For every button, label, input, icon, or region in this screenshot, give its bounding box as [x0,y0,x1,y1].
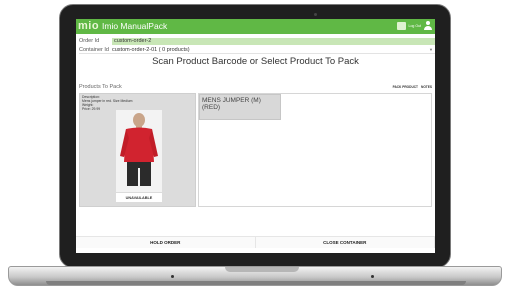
trackpad-notch [225,267,299,272]
order-id-label: Order Id [79,38,100,44]
title-bar: mio Imio ManualPack Log Out [76,19,435,34]
products-section-title: Products To Pack [79,84,122,90]
container-id-select[interactable]: custom-order-2-01 ( 0 products) [112,47,429,53]
close-container-button[interactable]: CLOSE CONTAINER [255,237,435,248]
app-logo: mio [78,20,100,32]
hold-order-button[interactable]: HOLD ORDER [76,237,256,248]
indicator-light-left [171,275,174,278]
unavailable-badge[interactable]: UNAVAILABLE [116,193,162,202]
laptop-foot [46,281,466,285]
product-details: Description: Mens jumper in red. Size Me… [82,95,133,111]
indicator-light-right [371,275,374,278]
pack-area: MENS JUMPER (M) (RED) [198,93,432,207]
page-heading: Scan Product Barcode or Select Product T… [152,56,359,67]
logout-link[interactable]: Log Out [409,24,421,28]
pack-item[interactable]: MENS JUMPER (M) (RED) [199,94,281,120]
app-screen: mio Imio ManualPack Log Out Order Id cus… [76,19,435,253]
jumper-illustration [120,113,158,186]
pack-product-button[interactable]: PACK PRODUCT [393,85,418,89]
title-bar-actions: Log Out [396,21,432,31]
camera-icon [314,13,317,16]
order-id-row: Order Id custom-order-2 [79,37,435,45]
order-id-field[interactable]: custom-order-2 [112,37,435,45]
chevron-down-icon[interactable]: ▼ [429,47,433,52]
notes-button[interactable]: NOTES [421,85,432,89]
trouser-gap [138,168,140,186]
product-actions: PACK PRODUCT NOTES [393,85,432,89]
app-title: Imio ManualPack [102,21,168,31]
jumper-body [124,127,154,162]
product-image [116,110,162,192]
bottom-actions: HOLD ORDER CLOSE CONTAINER [76,236,435,248]
laptop-mockup: mio Imio ManualPack Log Out Order Id cus… [0,0,505,294]
container-id-row: Container Id custom-order-2-01 ( 0 produ… [79,46,435,54]
monitor-icon[interactable] [396,22,406,30]
user-icon[interactable] [424,21,432,31]
container-id-label: Container Id [79,46,109,53]
head-shape [133,113,145,127]
laptop-base [8,266,502,286]
product-card[interactable]: Description: Mens jumper in red. Size Me… [79,93,196,207]
